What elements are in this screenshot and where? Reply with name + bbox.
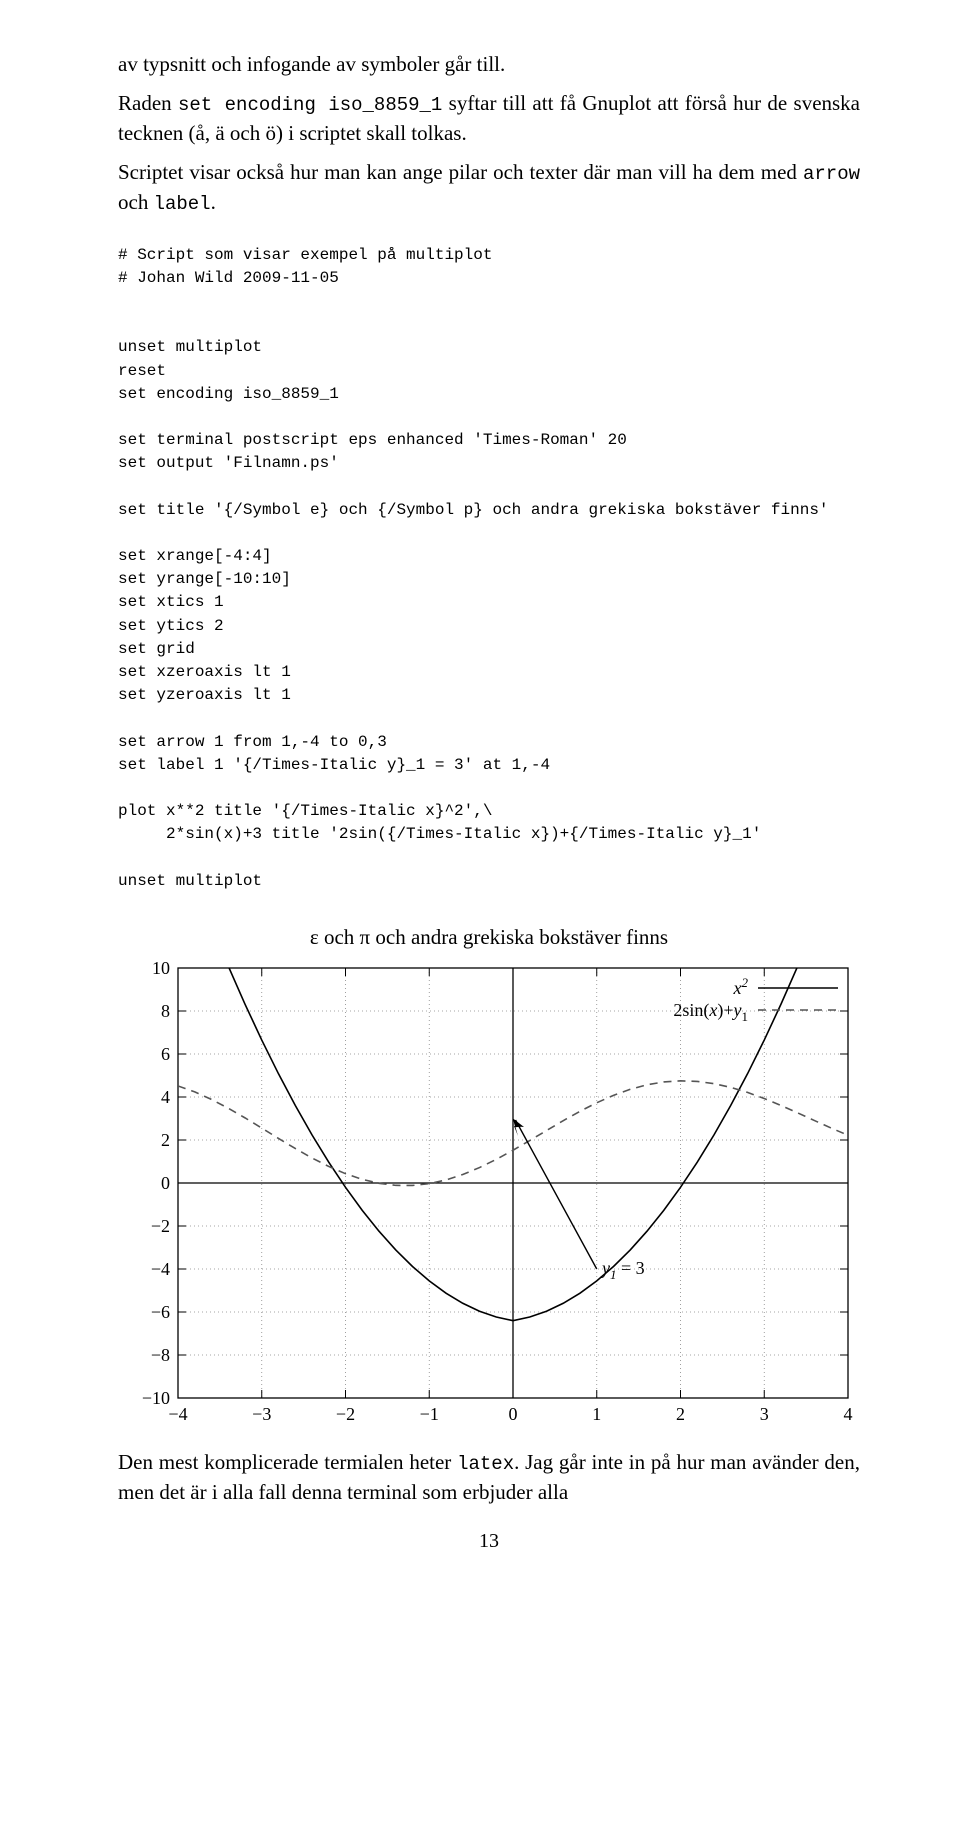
text: Raden [118,91,178,115]
inline-code: label [154,193,211,215]
text: och [118,190,154,214]
xtick: 0 [509,1404,518,1424]
ytick: 0 [161,1173,170,1193]
ytick: −2 [151,1216,170,1236]
text: Den mest komplicerade termialen heter [118,1450,457,1474]
ytick: −8 [151,1345,170,1365]
xtick: 2 [676,1404,685,1424]
ytick: 2 [161,1130,170,1150]
ytick: 4 [161,1087,170,1107]
ytick: −10 [142,1388,170,1408]
ytick: −6 [151,1302,170,1322]
inline-code: arrow [803,163,860,185]
para-intro-cont: av typsnitt och infogande av symboler gå… [118,50,860,79]
chart: ε och π och andra grekiska bokstäver fin… [118,923,860,1428]
xtick: −2 [336,1404,355,1424]
ytick: 8 [161,1001,170,1021]
annotation-label: y1 = 3 [600,1258,645,1282]
ytick: −4 [151,1259,170,1279]
text: av typsnitt och infogande av symboler gå… [118,52,505,76]
code-listing: # Script som visar exempel på multiplot … [118,244,860,893]
svg-text:x2: x2 [733,975,749,998]
svg-text:2sin(x)+y1: 2sin(x)+y1 [673,1000,748,1024]
xtick: 3 [760,1404,769,1424]
page-number: 13 [118,1527,860,1555]
xtick: −4 [168,1404,187,1424]
xtick: 1 [592,1404,601,1424]
inline-code: latex [457,1453,514,1475]
para-latex: Den mest komplicerade termialen heter la… [118,1448,860,1507]
chart-svg: y1 = 3 x2 2sin(x)+y1 10 8 6 4 2 0 −2 −4 … [118,958,860,1428]
para-script: Scriptet visar också hur man kan ange pi… [118,158,860,217]
ytick: 10 [152,958,170,978]
xtick: −1 [420,1404,439,1424]
legend: x2 2sin(x)+y1 [673,975,838,1024]
text: Scriptet visar också hur man kan ange pi… [118,160,803,184]
xtick: −3 [252,1404,271,1424]
text: . [211,190,216,214]
inline-code: set encoding iso_8859_1 [178,94,442,116]
xtick: 4 [844,1404,853,1424]
ytick: 6 [161,1044,170,1064]
para-encoding: Raden set encoding iso_8859_1 syftar til… [118,89,860,148]
chart-title: ε och π och andra grekiska bokstäver fin… [118,923,860,952]
